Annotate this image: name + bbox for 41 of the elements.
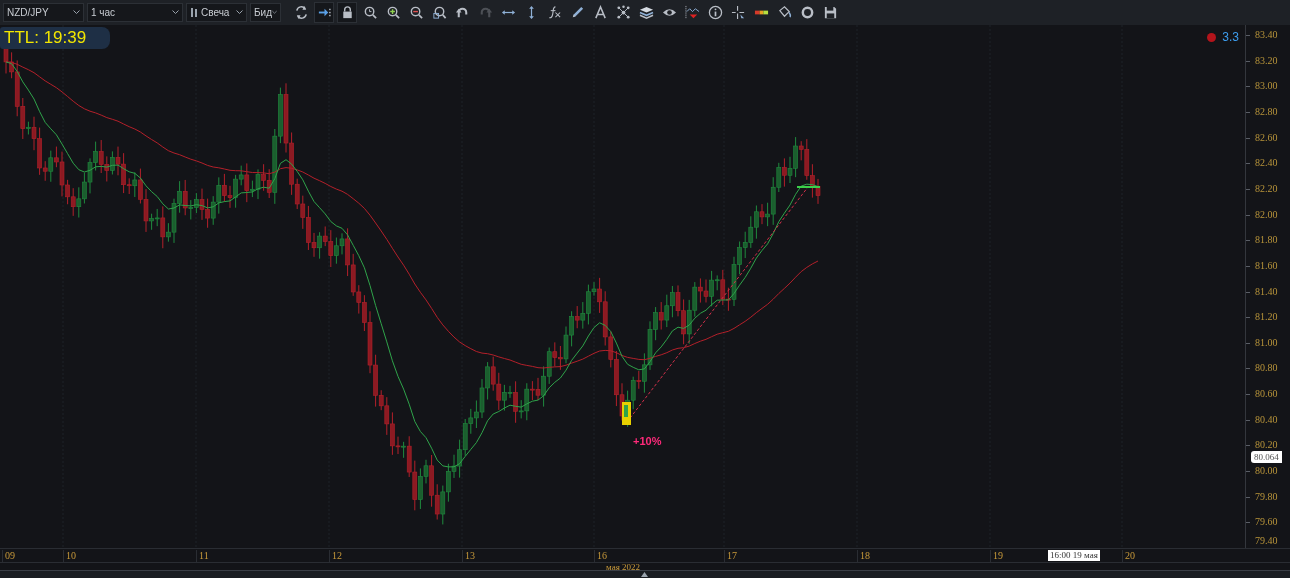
chart-type-dropdown[interactable]: Свеча (186, 3, 247, 22)
price-label: 81.60 (1255, 259, 1278, 272)
price-label: 82.40 (1255, 157, 1278, 170)
price-label: 83.00 (1255, 80, 1278, 93)
price-label: 79.80 (1255, 490, 1278, 503)
date-label: 19 (990, 550, 1003, 562)
price-label: 80.20 (1255, 439, 1278, 452)
ttl-badge: TTL: 19:39 (0, 27, 110, 49)
symbol-dropdown[interactable]: NZD/JPY (3, 3, 84, 22)
price-label: 82.00 (1255, 208, 1278, 221)
month-label: мая 2022 (606, 562, 641, 572)
price-label: 79.60 (1255, 516, 1278, 529)
price-label: 83.20 (1255, 54, 1278, 67)
price-label: 81.80 (1255, 234, 1278, 247)
price-label: 81.40 (1255, 285, 1278, 298)
percent-label: +10% (633, 434, 662, 449)
date-label: 11 (196, 550, 209, 562)
date-label: 17 (724, 550, 737, 562)
price-label: 80.40 (1255, 413, 1278, 426)
price-label: 82.60 (1255, 131, 1278, 144)
price-label: 80.00 (1255, 465, 1278, 478)
price-label: 79.40 (1255, 535, 1278, 547)
timeframe-dropdown[interactable]: 1 час (87, 3, 183, 22)
date-label: 10 (63, 550, 76, 562)
date-label: 18 (857, 550, 870, 562)
current-price-tag: 80.064 (1251, 450, 1282, 463)
date-label: 12 (329, 550, 342, 562)
date-label: 16 (594, 550, 607, 562)
price-label: 81.00 (1255, 336, 1278, 349)
price-type-dropdown[interactable]: Бид (250, 3, 281, 22)
indicator-value: 3.3 (1222, 29, 1239, 46)
price-label: 83.40 (1255, 29, 1278, 41)
price-label: 81.20 (1255, 311, 1278, 324)
price-label: 82.20 (1255, 182, 1278, 195)
price-label: 80.80 (1255, 362, 1278, 375)
date-label: 20 (1122, 550, 1135, 562)
price-label: 82.80 (1255, 105, 1278, 118)
price-label: 80.60 (1255, 388, 1278, 401)
date-label: 09 (2, 550, 15, 562)
crosshair-time-label: 16:00 19 мая (1048, 550, 1100, 561)
date-label: 13 (462, 550, 475, 562)
